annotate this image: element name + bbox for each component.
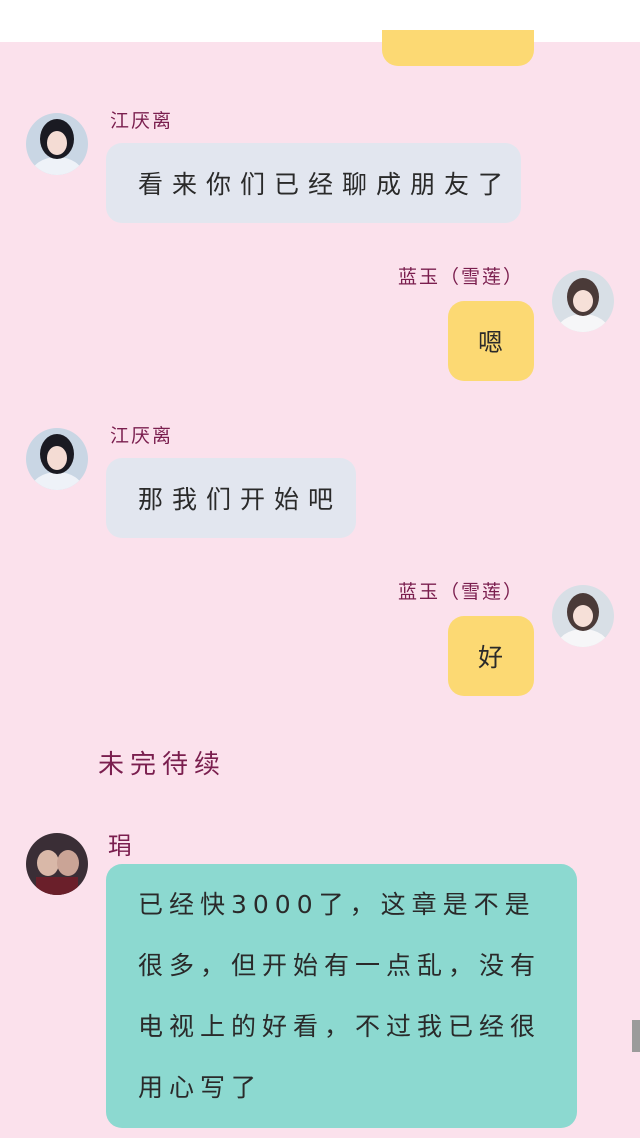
message-text: 嗯: [478, 328, 513, 357]
sender-name: 江厌离: [110, 425, 174, 447]
avatar-lan-yu[interactable]: [552, 585, 614, 647]
message-bubble[interactable]: 看来你们已经聊成朋友了: [106, 143, 521, 223]
message-text: 好: [478, 643, 513, 672]
avatar-author[interactable]: [26, 833, 88, 895]
to-be-continued-label: 未完待续: [98, 750, 227, 780]
avatar-lan-yu[interactable]: [552, 270, 614, 332]
message-bubble[interactable]: 那我们开始吧: [106, 458, 356, 538]
top-bar: [0, 0, 640, 42]
previous-message-bubble[interactable]: [382, 30, 534, 66]
sender-name: 蓝玉（雪莲）: [397, 581, 524, 603]
avatar-jiang-yanli[interactable]: [26, 428, 88, 490]
author-note-bubble[interactable]: 已经快3000了，这章是不是很多，但开始有一点乱，没有电视上的好看，不过我已经很…: [106, 864, 577, 1128]
sender-name: 蓝玉（雪莲）: [397, 266, 524, 288]
message-text: 那我们开始吧: [138, 485, 343, 514]
avatar-jiang-yanli[interactable]: [26, 113, 88, 175]
message-text: 看来你们已经聊成朋友了: [138, 170, 513, 199]
message-bubble[interactable]: 好: [448, 616, 534, 696]
message-bubble[interactable]: 嗯: [448, 301, 534, 381]
author-note-text: 已经快3000了，这章是不是很多，但开始有一点乱，没有电视上的好看，不过我已经很…: [138, 890, 542, 1102]
sender-name: 江厌离: [110, 110, 174, 132]
sender-name: 琄: [108, 832, 134, 860]
scrollbar-handle[interactable]: [632, 1020, 640, 1052]
